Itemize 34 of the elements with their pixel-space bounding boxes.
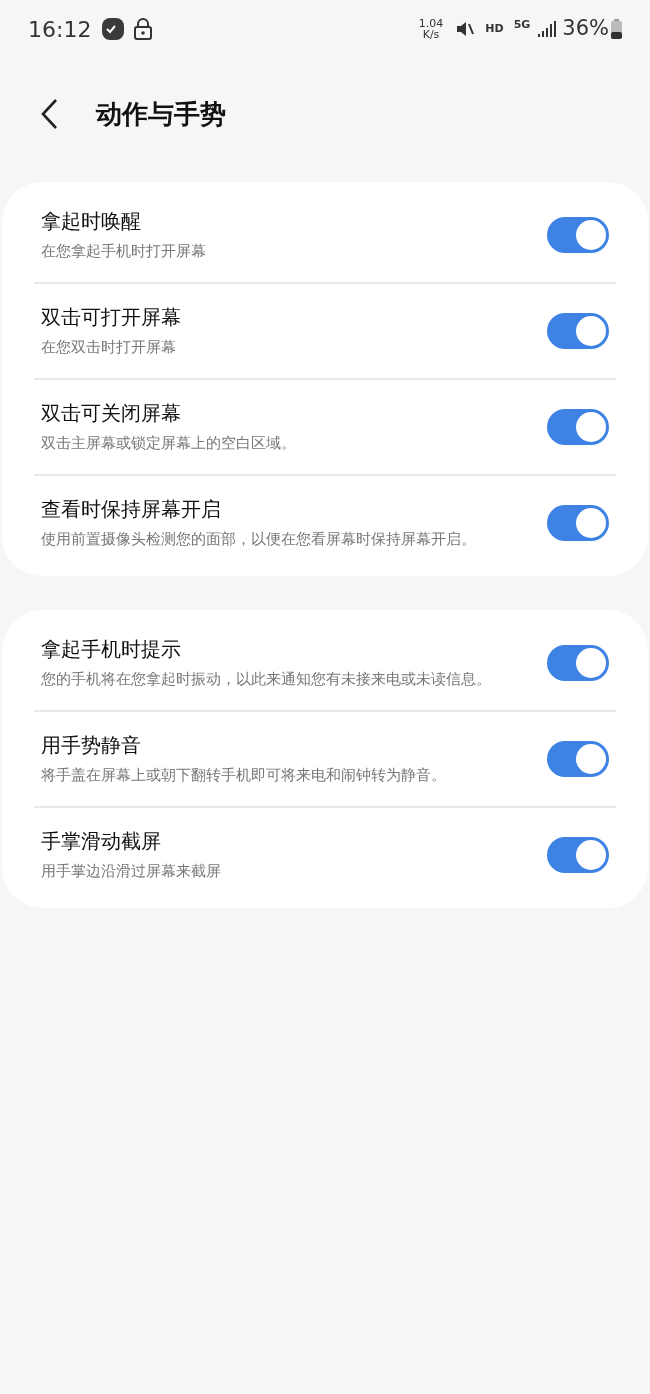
setting-title: 手掌滑动截屏 bbox=[41, 828, 162, 855]
setting-description: 您的手机将在您拿起时振动，以此来通知您有未接来电或未读信息。 bbox=[41, 669, 492, 690]
toggle-switch[interactable] bbox=[547, 645, 609, 681]
setting-description: 在您双击时打开屏幕 bbox=[41, 337, 177, 358]
setting-description: 将手盖在屏幕上或朝下翻转手机即可将来电和闹钟转为静音。 bbox=[41, 765, 447, 786]
toggle-switch[interactable] bbox=[547, 217, 609, 253]
toggle-switch[interactable] bbox=[547, 837, 609, 873]
setting-description: 在您拿起手机时打开屏幕 bbox=[41, 241, 207, 262]
net-speed: 1.04 bbox=[418, 18, 444, 29]
battery-percent: 36% bbox=[562, 15, 609, 43]
status-time: 16:12 bbox=[28, 15, 92, 44]
lock-icon bbox=[133, 17, 154, 41]
network-label: 5G bbox=[513, 16, 531, 33]
setting-description: 用手掌边沿滑过屏幕来截屏 bbox=[41, 861, 222, 882]
mute-icon bbox=[455, 19, 476, 39]
toggle-switch[interactable] bbox=[547, 313, 609, 349]
hd-label: HD bbox=[485, 20, 504, 37]
toggle-switch[interactable] bbox=[547, 409, 609, 445]
toggle-switch[interactable] bbox=[547, 505, 609, 541]
notification-icon bbox=[101, 17, 126, 41]
setting-title: 拿起手机时提示 bbox=[41, 636, 182, 663]
setting-title: 用手势静音 bbox=[41, 732, 142, 759]
toggle-switch[interactable] bbox=[547, 741, 609, 777]
setting-title: 查看时保持屏幕开启 bbox=[41, 496, 222, 523]
setting-title: 拿起时唤醒 bbox=[41, 208, 142, 235]
setting-title: 双击可关闭屏幕 bbox=[41, 400, 182, 427]
battery-icon bbox=[611, 19, 622, 39]
setting-description: 双击主屏幕或锁定屏幕上的空白区域。 bbox=[41, 433, 297, 454]
setting-title: 双击可打开屏幕 bbox=[41, 304, 182, 331]
net-speed-unit: K/s bbox=[422, 29, 440, 40]
signal-icon bbox=[538, 21, 557, 37]
setting-description: 使用前置摄像头检测您的面部，以便在您看屏幕时保持屏幕开启。 bbox=[41, 529, 477, 550]
page-title: 动作与手势 bbox=[96, 97, 226, 131]
back-icon bbox=[40, 98, 58, 130]
